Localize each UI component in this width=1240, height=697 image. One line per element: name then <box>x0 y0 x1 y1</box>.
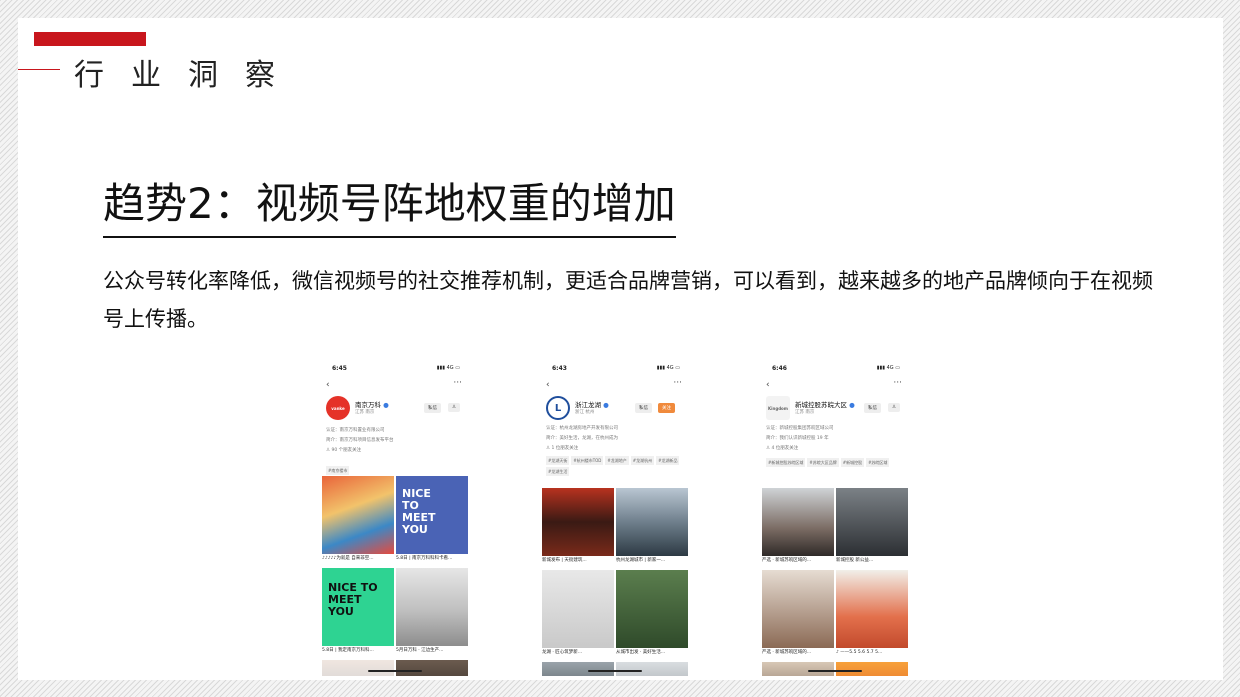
more-icon: ··· <box>453 378 462 388</box>
verified-icon: ● <box>383 401 389 409</box>
status-signal: ▮▮▮ 4G ▭ <box>876 365 900 371</box>
topic-tags: #龙湖天街 #杭州楼市TOD #龙湖地产 #龙湖杭州 #龙湖新品#龙湖生活 <box>546 456 680 476</box>
status-time: 6:43 <box>552 365 567 372</box>
account-location: 江苏 南京 <box>795 410 815 415</box>
home-indicator <box>808 670 862 672</box>
video-thumbnail: 严选 · 新城苏皖区域的... <box>762 570 834 658</box>
back-icon: ‹ <box>766 380 770 390</box>
status-time: 6:46 <box>772 365 787 372</box>
section-title: 行业洞察 <box>74 58 302 93</box>
account-info: 认证：杭州龙湖房地产开发有限公司 简介：美好生活，龙湖，在杭州成为 ♙ 1 位朋… <box>546 426 618 451</box>
accent-bar <box>34 32 146 46</box>
video-thumbnail: 新城发布 | 天街建筑... <box>542 488 614 566</box>
account-name: 新城控股苏皖大区 ● <box>795 401 855 409</box>
avatar: vanke <box>326 396 350 420</box>
more-icon: ··· <box>673 378 682 388</box>
home-indicator <box>588 670 642 672</box>
account-info: 认证：南京万科置业有限公司 简介：南京万科项目信息发布平台 ♙ 90 个朋友关注 <box>326 428 394 453</box>
status-signal: ▮▮▮ 4G ▭ <box>656 365 680 371</box>
phone-screenshot-longfor: 6:43 ▮▮▮ 4G ▭ ‹ ··· L 浙江龙湖 ● 浙江 杭州 私信 关注… <box>540 358 690 676</box>
video-thumbnail <box>836 662 908 676</box>
video-thumbnail <box>542 662 614 676</box>
battery-icon: ▭ <box>453 365 460 371</box>
battery-icon: ▭ <box>893 365 900 371</box>
video-thumbnail: 从城市出发 · 美好生活... <box>616 570 688 658</box>
phone-screenshot-vanke: 6:45 ▮▮▮ 4G ▭ ‹ ··· vanke 南京万科 ● 江苏 南京 私… <box>320 358 470 676</box>
signal-icon: ▮▮▮ <box>656 365 667 371</box>
video-thumbnail: 杭州龙湖城市 | 新家一... <box>616 488 688 566</box>
video-thumbnail <box>762 662 834 676</box>
video-thumbnail: 严选 · 新城苏皖区域的... <box>762 488 834 566</box>
video-thumbnail: 5.8日 | 我定南京万科科... <box>322 568 394 656</box>
status-time: 6:45 <box>332 365 347 372</box>
message-button: 私信 <box>635 403 652 413</box>
video-thumbnail: 新城控股 新公益... <box>836 488 908 566</box>
video-grid: 新城发布 | 天街建筑... 杭州龙湖城市 | 新家一... 龙湖 · 匠心筑梦… <box>542 488 688 676</box>
signal-icon: ▮▮▮ <box>436 365 447 371</box>
back-icon: ‹ <box>546 380 550 390</box>
video-grid: 严选 · 新城苏皖区域的... 新城控股 新公益... 严选 · 新城苏皖区域的… <box>762 488 908 676</box>
video-thumbnail: 5月日万科 · 江边生产... <box>396 568 468 656</box>
account-name: 南京万科 ● <box>355 401 389 409</box>
video-thumbnail: ♪♪♪♪♪为就是 自来非空... <box>322 476 394 564</box>
add-friend-icon: ♙ <box>888 403 901 412</box>
video-thumbnail: 5.8日 | 南京万科科科卡看... <box>396 476 468 564</box>
avatar: Kingdom <box>766 396 790 420</box>
account-location: 江苏 南京 <box>355 410 375 415</box>
video-thumbnail <box>396 660 468 676</box>
video-thumbnail: 龙湖 · 匠心筑梦新... <box>542 570 614 658</box>
slide: 行业洞察 趋势2：视频号阵地权重的增加 公众号转化率降低，微信视频号的社交推荐机… <box>18 18 1223 680</box>
video-thumbnail <box>616 662 688 676</box>
verified-icon: ● <box>603 401 609 409</box>
video-thumbnail: ♪ ——5.5 5.6 5.7 5... <box>836 570 908 658</box>
phone-screenshot-xincheng: 6:46 ▮▮▮ 4G ▭ ‹ ··· Kingdom 新城控股苏皖大区 ● 江… <box>760 358 910 676</box>
follow-button: 关注 <box>658 403 675 413</box>
video-grid: ♪♪♪♪♪为就是 自来非空... 5.8日 | 南京万科科科卡看... 5.8日… <box>322 476 468 676</box>
slide-heading: 趋势2：视频号阵地权重的增加 <box>103 178 676 238</box>
title-accent-line <box>18 69 60 70</box>
add-friend-icon: ♙ <box>448 403 461 412</box>
account-location: 浙江 杭州 <box>575 410 595 415</box>
video-thumbnail <box>322 660 394 676</box>
slide-description: 公众号转化率降低，微信视频号的社交推荐机制，更适合品牌营销，可以看到，越来越多的… <box>103 269 1153 331</box>
status-signal: ▮▮▮ 4G ▭ <box>436 365 460 371</box>
message-button: 私信 <box>864 403 881 413</box>
back-icon: ‹ <box>326 380 330 390</box>
battery-icon: ▭ <box>673 365 680 371</box>
message-button: 私信 <box>424 403 441 413</box>
verified-icon: ● <box>849 401 855 409</box>
topic-tags: #新城控股苏皖区域 #苏皖大区品牌 #新城控股 #苏皖区域 <box>766 458 890 467</box>
account-name: 浙江龙湖 ● <box>575 401 609 409</box>
signal-icon: ▮▮▮ <box>876 365 887 371</box>
account-info: 认证：新城控股集团苏皖区域公司 简介：我们认识新城控股 19 年 ♙ 4 位朋友… <box>766 426 834 451</box>
avatar: L <box>546 396 570 420</box>
more-icon: ··· <box>893 378 902 388</box>
home-indicator <box>368 670 422 672</box>
